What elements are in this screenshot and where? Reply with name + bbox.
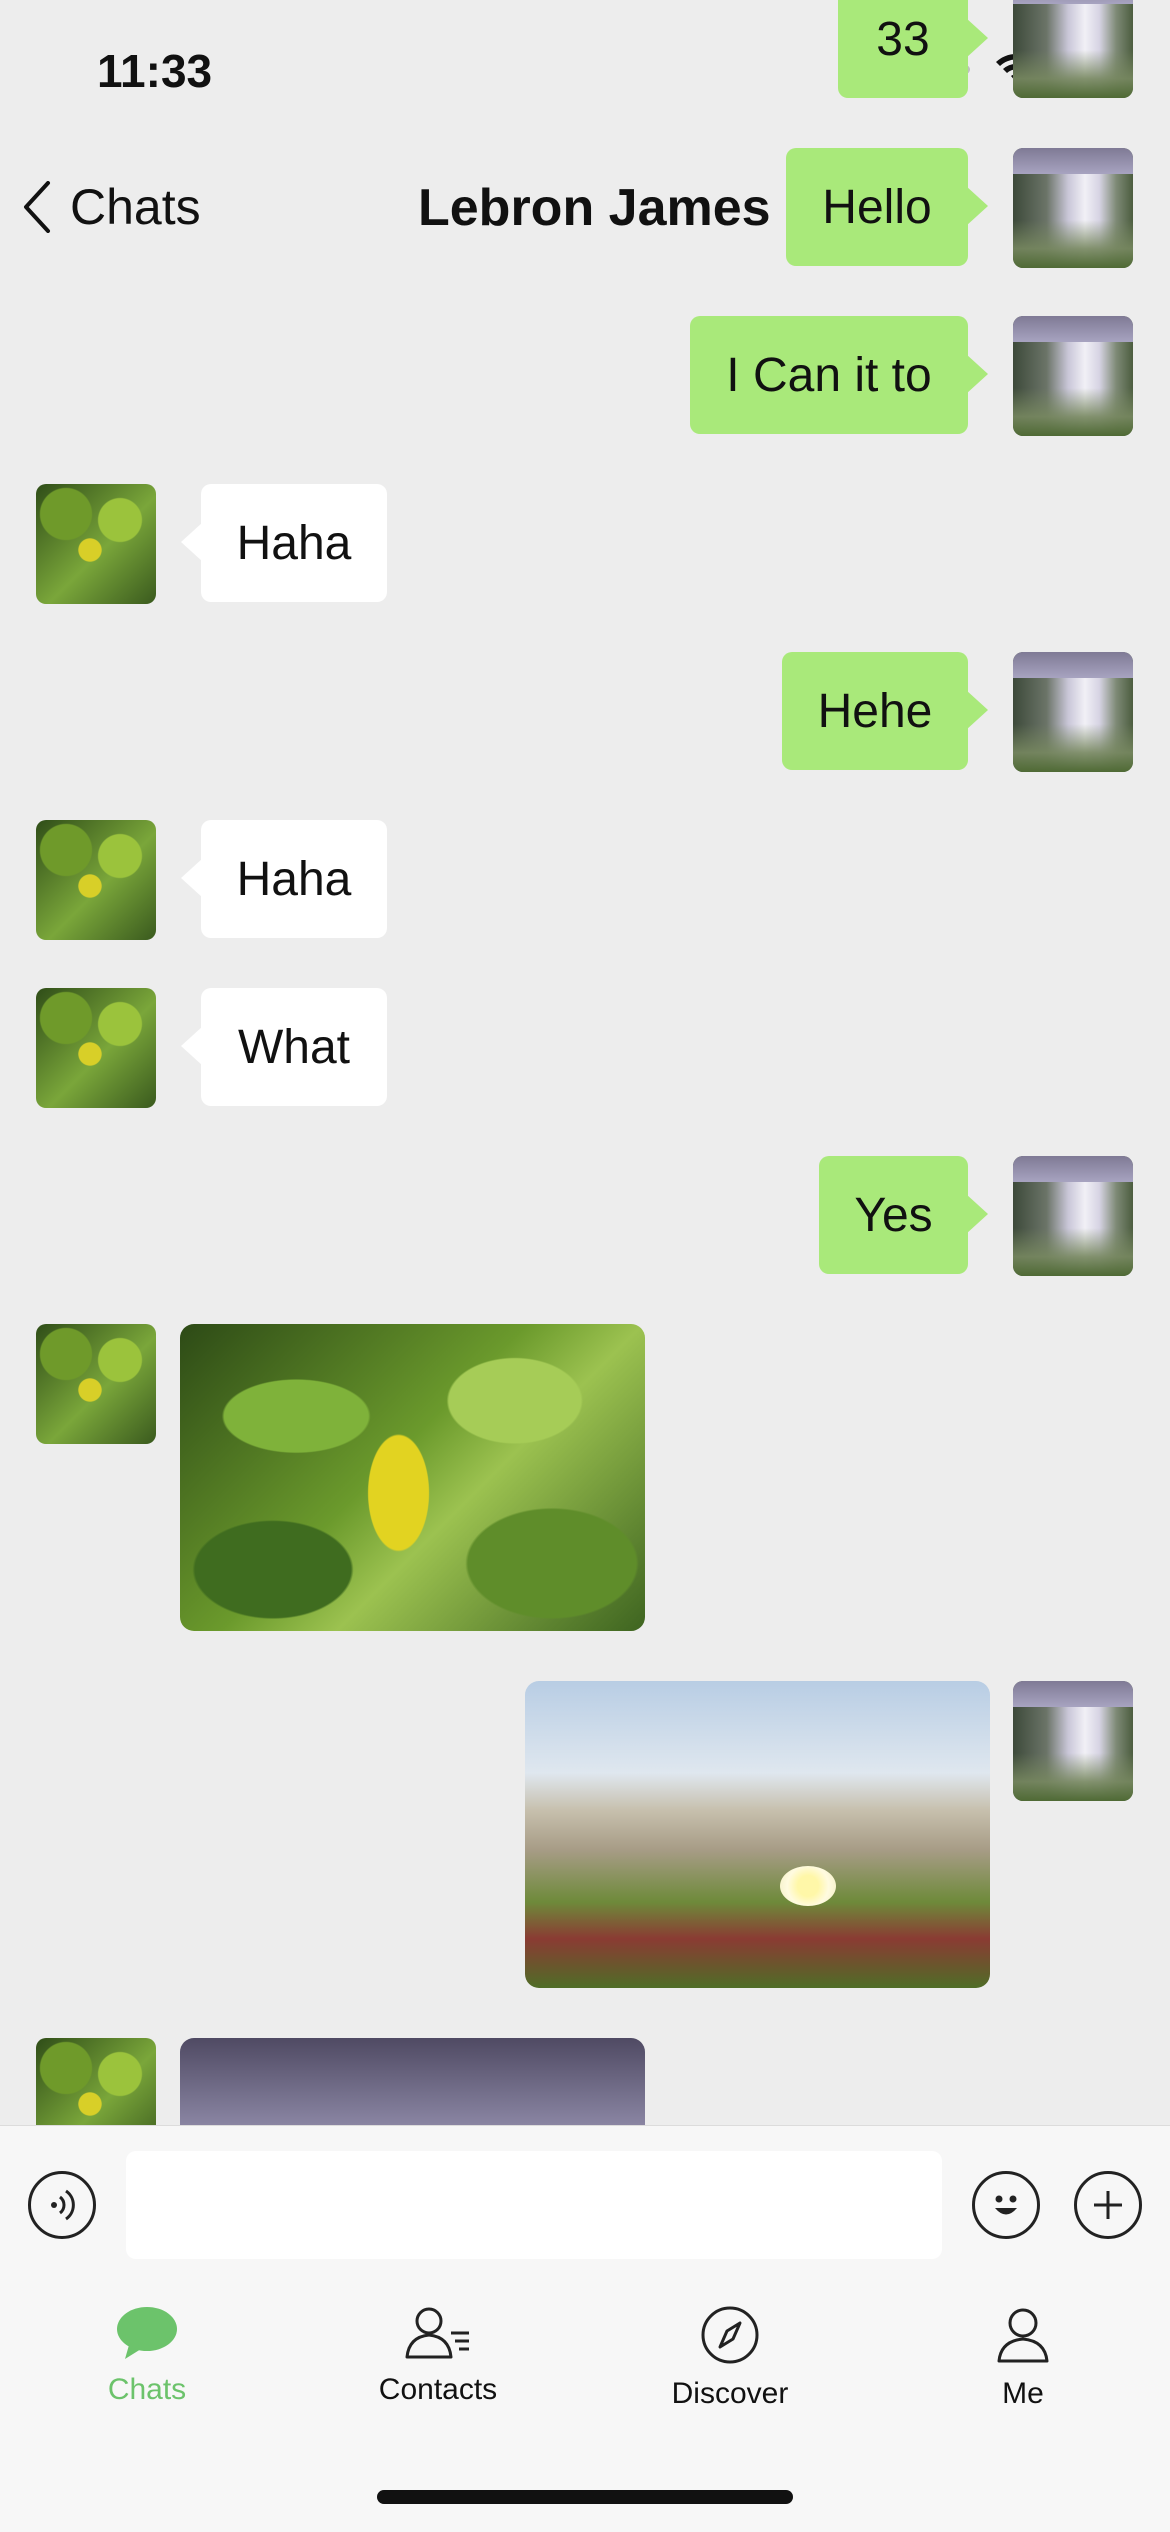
my-avatar[interactable] [1013, 1681, 1133, 1801]
image-message[interactable] [525, 1681, 990, 1988]
message-input[interactable] [126, 2151, 942, 2259]
message-bubble[interactable]: What [181, 988, 387, 1106]
message-bubble[interactable]: 33 [838, 0, 988, 98]
tab-me[interactable]: Me [923, 2305, 1123, 2411]
tab-label: Me [1002, 2377, 1044, 2410]
image-message[interactable] [180, 2038, 645, 2125]
message-bubble[interactable]: I Can it to [690, 316, 988, 434]
tab-discover[interactable]: Discover [630, 2305, 830, 2411]
message-bubble[interactable]: Hello [786, 148, 988, 266]
friend-avatar[interactable] [36, 988, 156, 1108]
message-list[interactable]: 33 Hello I Can it to Haha Hehe Haha What… [0, 0, 1170, 2125]
smiley-icon [995, 2195, 1017, 2215]
my-avatar[interactable] [1013, 148, 1133, 268]
message-bubble[interactable]: Yes [819, 1156, 988, 1274]
person-icon [997, 2308, 1049, 2363]
input-bar [0, 2125, 1170, 2265]
my-avatar[interactable] [1013, 0, 1133, 98]
flower-detail [780, 1866, 836, 1906]
voice-icon [51, 2189, 75, 2221]
tab-label: Discover [671, 2377, 789, 2410]
friend-avatar[interactable] [36, 820, 156, 940]
friend-avatar[interactable] [36, 484, 156, 604]
friend-avatar[interactable] [36, 2038, 156, 2125]
compass-icon [701, 2306, 759, 2364]
more-button[interactable] [1074, 2171, 1142, 2239]
tab-label: Chats [107, 2373, 187, 2406]
tab-label: Contacts [378, 2373, 498, 2406]
message-bubble[interactable]: Haha [181, 820, 387, 938]
contacts-icon [405, 2307, 469, 2359]
message-bubble[interactable]: Haha [181, 484, 387, 602]
emoji-button[interactable] [972, 2171, 1040, 2239]
voice-button[interactable] [28, 2171, 96, 2239]
home-indicator[interactable] [377, 2490, 793, 2504]
my-avatar[interactable] [1013, 1156, 1133, 1276]
tab-contacts[interactable]: Contacts [338, 2305, 538, 2407]
chat-bubble-icon [117, 2307, 177, 2359]
image-message[interactable] [180, 1324, 645, 1631]
my-avatar[interactable] [1013, 316, 1133, 436]
friend-avatar[interactable] [36, 1324, 156, 1444]
tab-chats[interactable]: Chats [47, 2305, 247, 2407]
my-avatar[interactable] [1013, 652, 1133, 772]
message-bubble[interactable]: Hehe [782, 652, 988, 770]
plus-icon [1094, 2191, 1122, 2219]
